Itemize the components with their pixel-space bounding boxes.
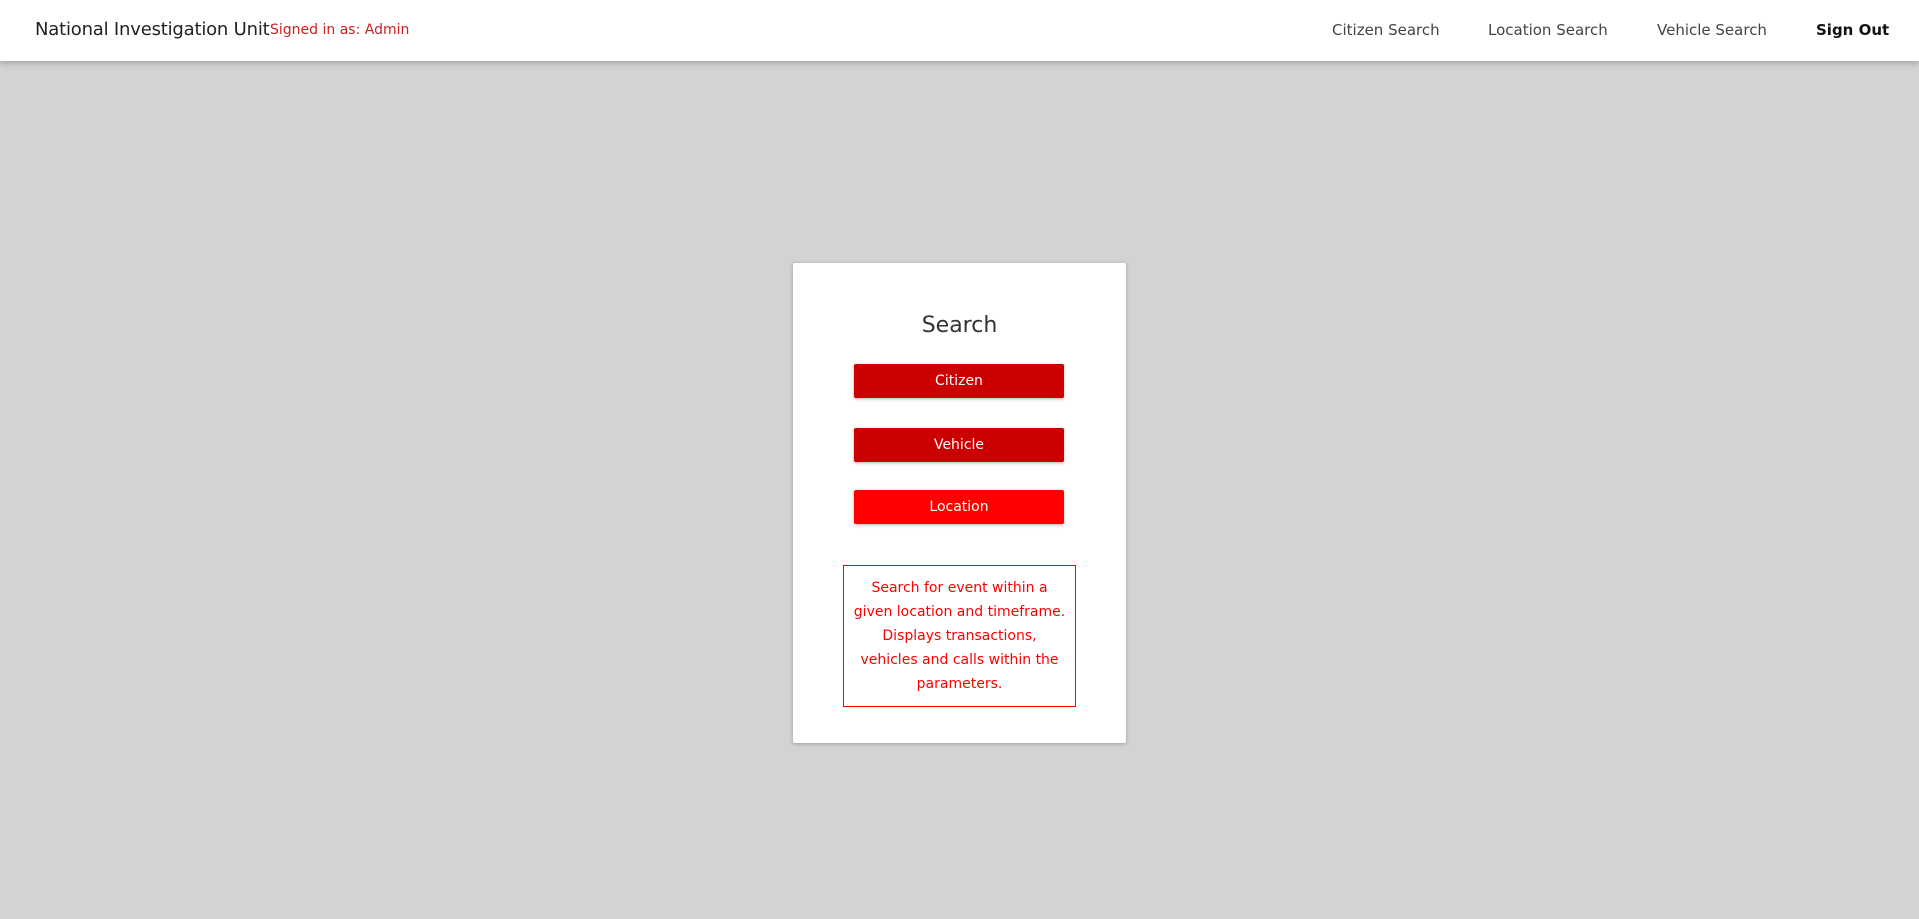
nav-vehicle-search[interactable]: Vehicle Search (1657, 21, 1767, 39)
nav-citizen-search[interactable]: Citizen Search (1332, 21, 1440, 39)
search-card: Search Citizen Vehicle Location Search f… (793, 263, 1126, 743)
location-button[interactable]: Location (854, 490, 1064, 524)
search-card-title: Search (921, 313, 998, 338)
top-navbar: National Investigation Unit Signed in as… (0, 0, 1919, 61)
app-title: National Investigation Unit (35, 19, 270, 40)
search-description-box: Search for event within a given location… (843, 565, 1076, 707)
vehicle-button[interactable]: Vehicle (854, 428, 1064, 462)
signed-in-status: Signed in as: Admin (270, 22, 410, 38)
sign-out-link[interactable]: Sign Out (1816, 21, 1889, 39)
citizen-button[interactable]: Citizen (854, 364, 1064, 398)
nav-location-search[interactable]: Location Search (1488, 21, 1608, 39)
